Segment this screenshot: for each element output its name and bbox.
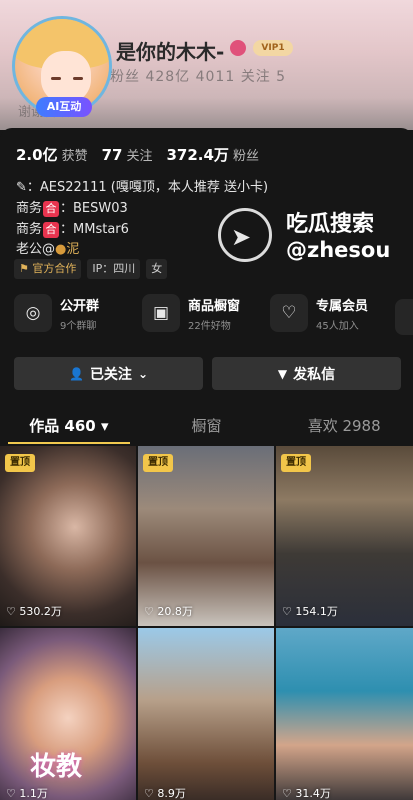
chevron-down-icon: ⌄	[137, 366, 148, 381]
feature-exclusive-member[interactable]: ♡ 专属会员 45人加入	[270, 294, 388, 332]
verified-icon	[230, 40, 246, 56]
watermark-logo-icon: ➤	[218, 208, 272, 262]
feature-row: ◎ 公开群 9个群聊 ▣ 商品橱窗 22件好物 ♡ 专属会员 45人加入	[14, 294, 388, 332]
business-tag: 合	[43, 201, 60, 217]
pen-icon: ✎	[16, 180, 27, 195]
profile-chips: ⚑ 官方合作 IP：四川 女	[14, 259, 168, 279]
video-thumb[interactable]: 置顶 ♡ 20.8万	[138, 446, 274, 626]
video-grid: 置顶 ♡ 530.2万 置顶 ♡ 20.8万 置顶 ♡ 154.1万 妆教 ♡ …	[0, 446, 413, 800]
peanut-icon: ●	[55, 242, 67, 257]
chip-official-cooperation[interactable]: ⚑ 官方合作	[14, 259, 82, 279]
stats-row: 2.0亿 获赞 77 关注 372.4万 粉丝	[16, 144, 259, 165]
tab-works[interactable]: 作品 460 ▾	[0, 410, 138, 444]
video-likes: ♡ 20.8万	[144, 605, 193, 618]
vip-icon: ♡	[270, 294, 308, 332]
pinned-badge: 置顶	[281, 454, 311, 472]
action-buttons: 👤 已关注 ⌄ ▼ 发私信	[14, 357, 401, 390]
bio-line-1: ✎：AES22111 (嘎嘎顶，本人推荐 送小卡)	[16, 180, 269, 195]
video-likes: ♡ 1.1万	[6, 787, 48, 800]
shop-icon: ▣	[142, 294, 180, 332]
pinned-badge: 置顶	[5, 454, 35, 472]
watermark-handle: @zhesou	[286, 238, 391, 262]
watermark: ➤ 吃瓜搜索 @zhesou	[218, 202, 408, 272]
video-thumb[interactable]: 置顶 ♡ 530.2万	[0, 446, 136, 626]
pinned-badge: 置顶	[143, 454, 173, 472]
chat-icon: ◎	[14, 294, 52, 332]
watermark-title: 吃瓜搜索	[286, 212, 375, 237]
send-icon: ▼	[277, 366, 288, 381]
video-thumb[interactable]: 妆教 ♡ 1.1万	[0, 628, 136, 800]
video-likes: ♡ 154.1万	[282, 605, 338, 618]
stat-following[interactable]: 77 关注	[102, 145, 153, 164]
bio-line-3: 商务合：MMstar6	[16, 222, 129, 238]
ai-interact-badge[interactable]: AI互动	[36, 97, 92, 117]
heart-icon: ♡	[144, 787, 158, 800]
video-thumb[interactable]: 置顶 ♡ 154.1万	[276, 446, 413, 626]
feature-public-group[interactable]: ◎ 公开群 9个群聊	[14, 294, 132, 332]
heart-icon: ♡	[282, 605, 296, 618]
video-likes: ♡ 530.2万	[6, 605, 62, 618]
heart-icon: ♡	[6, 605, 20, 618]
vip-badge[interactable]: VIP1	[253, 40, 293, 56]
profile-panel: 2.0亿 获赞 77 关注 372.4万 粉丝 ✎：AES22111 (嘎嘎顶，本人推…	[0, 128, 413, 800]
followed-button[interactable]: 👤 已关注 ⌄	[14, 357, 203, 390]
header-blur-stats: 粉丝 428亿 4011 关注 5	[110, 69, 287, 85]
stat-likes[interactable]: 2.0亿 获赞	[16, 144, 88, 165]
send-message-button[interactable]: ▼ 发私信	[212, 357, 401, 390]
profile-nickname: 是你的木木-	[116, 40, 225, 64]
chip-ip-location: IP：四川	[87, 259, 141, 279]
user-check-icon: 👤	[68, 366, 84, 381]
chip-gender: 女	[146, 259, 168, 279]
tab-likes[interactable]: 喜欢 2988	[275, 410, 413, 444]
video-likes: ♡ 31.4万	[282, 787, 331, 800]
content-tabs: 作品 460 ▾ 橱窗 喜欢 2988	[0, 410, 413, 444]
video-likes: ♡ 8.9万	[144, 787, 186, 800]
feature-more-edge[interactable]	[395, 299, 413, 335]
video-thumb[interactable]: ♡ 31.4万	[276, 628, 413, 800]
avatar-eye-right	[73, 77, 83, 80]
avatar-eye-left	[51, 77, 61, 80]
heart-icon: ♡	[282, 787, 296, 800]
bio-line-4: 老公@●泥	[16, 242, 80, 257]
video-thumb[interactable]: ♡ 8.9万	[138, 628, 274, 800]
feature-shop-window[interactable]: ▣ 商品橱窗 22件好物	[142, 294, 260, 332]
heart-icon: ♡	[144, 605, 158, 618]
avatar-face	[41, 51, 91, 103]
tab-shop-window[interactable]: 橱窗	[138, 410, 276, 444]
cooperation-icon: ⚑	[19, 262, 33, 275]
heart-icon: ♡	[6, 787, 20, 800]
stat-followers[interactable]: 372.4万 粉丝	[166, 144, 258, 165]
bio-line-2: 商务合：BESW03	[16, 201, 128, 217]
video-overlay-text: 妆教	[30, 752, 83, 782]
business-tag: 合	[43, 222, 60, 238]
